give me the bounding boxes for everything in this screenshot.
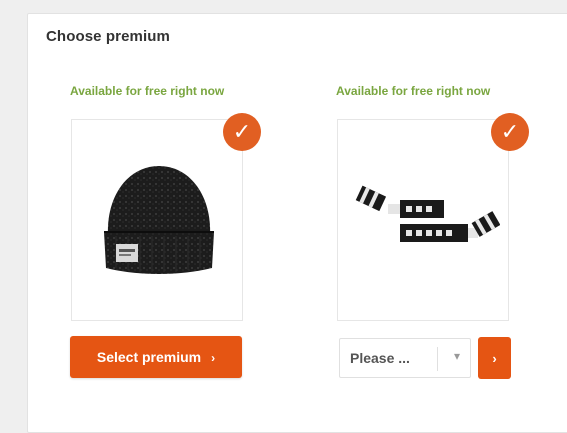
chevron-right-icon: › xyxy=(211,351,216,365)
premium-variant-select[interactable]: Please ... ▾ xyxy=(339,338,471,378)
chevron-right-icon: › xyxy=(492,350,497,366)
select-divider xyxy=(437,347,438,371)
premium-card-scarf[interactable] xyxy=(337,119,509,321)
select-variant-submit-button[interactable]: › xyxy=(478,337,511,379)
select-premium-button[interactable]: Select premium › xyxy=(70,336,242,378)
checkmark-icon: ✓ xyxy=(223,113,261,151)
scarf-icon xyxy=(355,185,500,242)
section-title: Choose premium xyxy=(46,28,170,45)
checkmark-icon: ✓ xyxy=(491,113,529,151)
select-value: Please ... xyxy=(350,350,410,366)
select-premium-label: Select premium xyxy=(96,349,202,365)
choose-premium-panel: Choose premium Available for free right … xyxy=(27,13,567,433)
beanie-hat-icon xyxy=(104,166,214,274)
availability-label: Available for free right now xyxy=(70,84,225,98)
chevron-down-icon: ▾ xyxy=(453,349,460,363)
premium-card-beanie[interactable] xyxy=(71,119,243,321)
availability-label: Available for free right now xyxy=(336,84,491,98)
